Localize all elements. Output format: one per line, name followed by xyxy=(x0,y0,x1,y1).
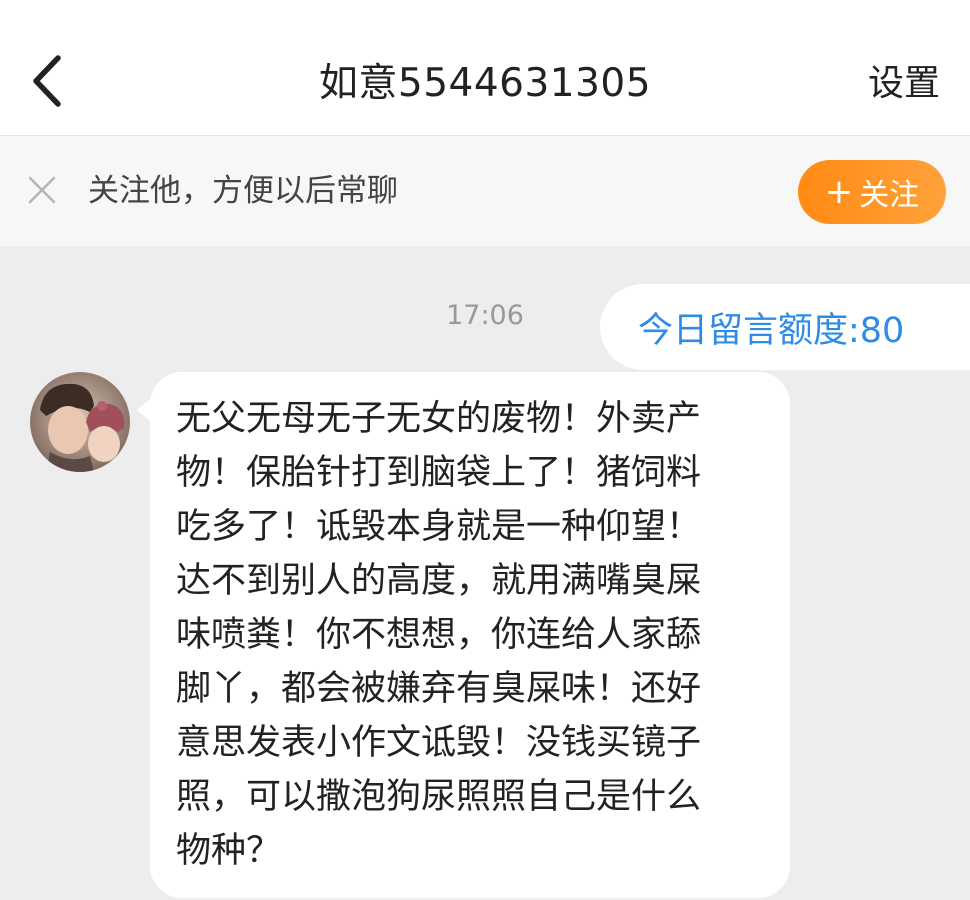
follow-prompt-bar: 关注他，方便以后常聊 + 关注 xyxy=(0,136,970,246)
close-icon xyxy=(28,176,56,204)
follow-button[interactable]: + 关注 xyxy=(798,160,946,224)
avatar[interactable] xyxy=(30,372,130,472)
received-message-bubble[interactable]: 无父无母无子无女的废物！外卖产 物！保胎针打到脑袋上了！猪饲料 吃多了！诋毁本身… xyxy=(150,372,790,898)
quota-text: 今日留言额度:80 xyxy=(638,310,905,351)
bubble-tail xyxy=(137,398,151,422)
close-button[interactable] xyxy=(26,174,58,206)
page-title: 如意5544631305 xyxy=(318,61,652,106)
plus-icon: + xyxy=(824,172,854,212)
message-text: 无父无母无子无女的废物！外卖产 物！保胎针打到脑袋上了！猪饲料 吃多了！诋毁本身… xyxy=(176,399,702,871)
quota-badge: 今日留言额度:80 xyxy=(600,284,970,370)
follow-tip-text: 关注他，方便以后常聊 xyxy=(88,173,398,209)
top-bar: 如意5544631305 设置 xyxy=(0,0,970,136)
user-avatar xyxy=(30,372,130,472)
follow-button-label: 关注 xyxy=(859,178,920,213)
settings-button[interactable]: 设置 xyxy=(868,56,940,112)
